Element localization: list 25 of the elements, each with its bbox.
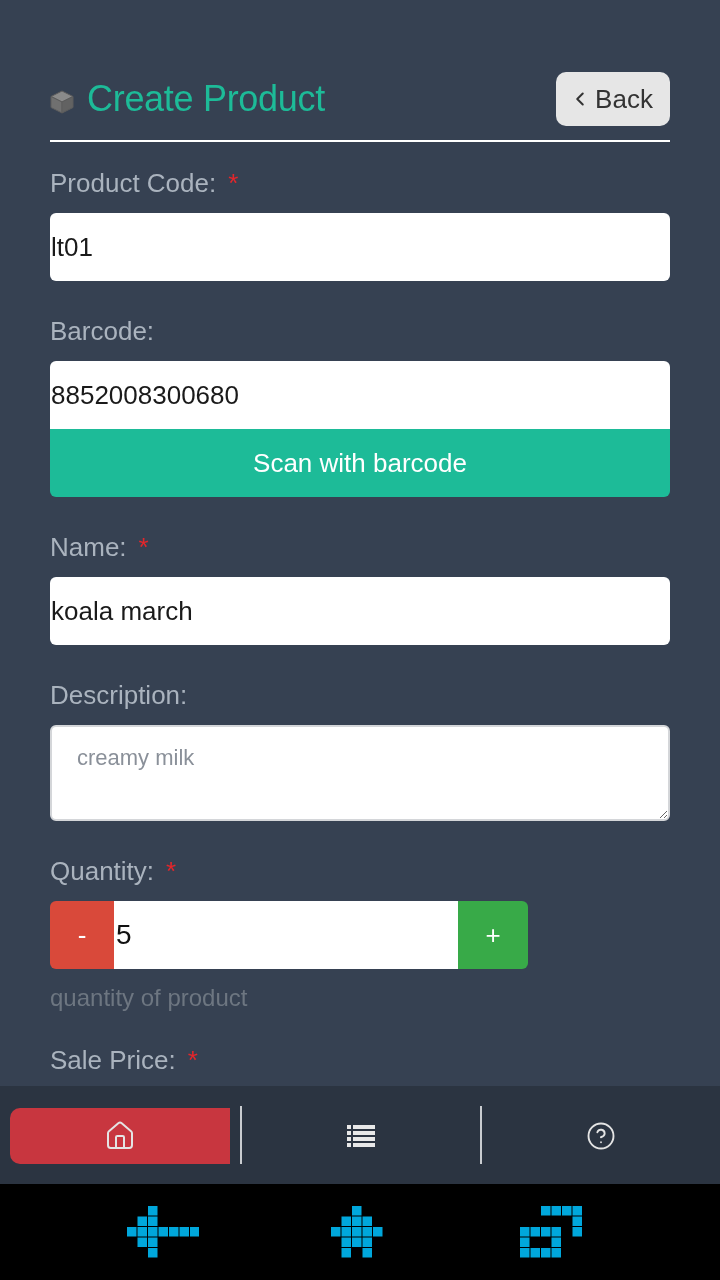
required-asterisk: * xyxy=(138,534,149,560)
required-asterisk: * xyxy=(187,1047,198,1073)
input-field[interactable]: lt01 xyxy=(50,213,670,281)
home-icon[interactable] xyxy=(331,1206,383,1258)
field-label: Barcode: xyxy=(50,318,155,344)
home-icon xyxy=(104,1120,136,1152)
help-icon xyxy=(586,1121,616,1151)
decrement-button[interactable]: - xyxy=(50,901,114,969)
page-title: Create Product xyxy=(87,79,325,119)
field-label: Sale Price: xyxy=(50,1047,176,1073)
cube-icon xyxy=(50,90,74,114)
field-label: Description: xyxy=(50,682,188,708)
required-asterisk: * xyxy=(228,170,239,196)
required-asterisk: * xyxy=(166,858,177,884)
input-field[interactable]: koala march xyxy=(50,577,670,645)
field-label: Quantity: xyxy=(50,858,155,884)
back-button[interactable]: Back xyxy=(556,72,670,126)
textarea-field[interactable]: creamy milk xyxy=(50,725,670,821)
field-label: Name: xyxy=(50,534,127,560)
back-icon[interactable] xyxy=(126,1206,200,1258)
quantity-input[interactable]: 5 xyxy=(114,901,458,969)
field-label: Product Code: xyxy=(50,170,217,196)
recents-icon[interactable] xyxy=(520,1206,582,1258)
list-icon xyxy=(347,1125,375,1147)
input-field[interactable]: 8852008300680 xyxy=(50,361,670,429)
